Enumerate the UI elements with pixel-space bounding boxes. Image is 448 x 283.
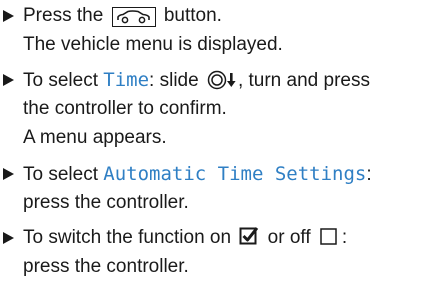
checkbox-checked-icon	[239, 226, 259, 246]
bullet-arrow-icon	[3, 10, 14, 22]
controller-slide-down-icon	[207, 70, 237, 90]
step-2-prefix: To select	[23, 70, 98, 91]
step-4-line-2: press the controller.	[23, 256, 189, 277]
menu-option-automatic-time-settings: Automatic Time Settings	[103, 163, 367, 185]
step-4-text-b: or off	[267, 227, 311, 248]
step-2-line-1: To select Time: slide , turn and press	[23, 68, 370, 92]
step-2-text-a: slide	[159, 70, 199, 91]
step-1-result: The vehicle menu is displayed.	[23, 34, 283, 55]
bullet-arrow-icon	[3, 74, 14, 86]
bullet-arrow-icon	[3, 232, 14, 244]
step-3-colon: :	[366, 164, 372, 185]
step-4-text-c: :	[341, 227, 348, 248]
step-1-line-1: Press the button.	[23, 4, 222, 28]
checkbox-unchecked-icon	[319, 226, 339, 246]
step-4-text-a: To switch the function on	[23, 227, 232, 248]
step-1-text-b: button.	[163, 5, 222, 26]
step-1-text-a: Press the	[23, 5, 104, 26]
step-3-line-2: press the controller.	[23, 192, 189, 213]
step-3-line-1: To select Automatic Time Settings:	[23, 162, 372, 186]
step-2-result: A menu appears.	[23, 127, 167, 148]
step-2-text-b: , turn and press	[237, 70, 370, 91]
step-3-prefix: To select	[23, 164, 98, 185]
bullet-arrow-icon	[3, 168, 14, 180]
step-2-line-2: the controller to confirm.	[23, 98, 227, 119]
step-4-line-1: To switch the function on or off :	[23, 226, 347, 250]
step-2-colon: :	[149, 70, 155, 91]
vehicle-button-icon	[111, 7, 156, 27]
menu-option-time: Time	[103, 69, 150, 91]
